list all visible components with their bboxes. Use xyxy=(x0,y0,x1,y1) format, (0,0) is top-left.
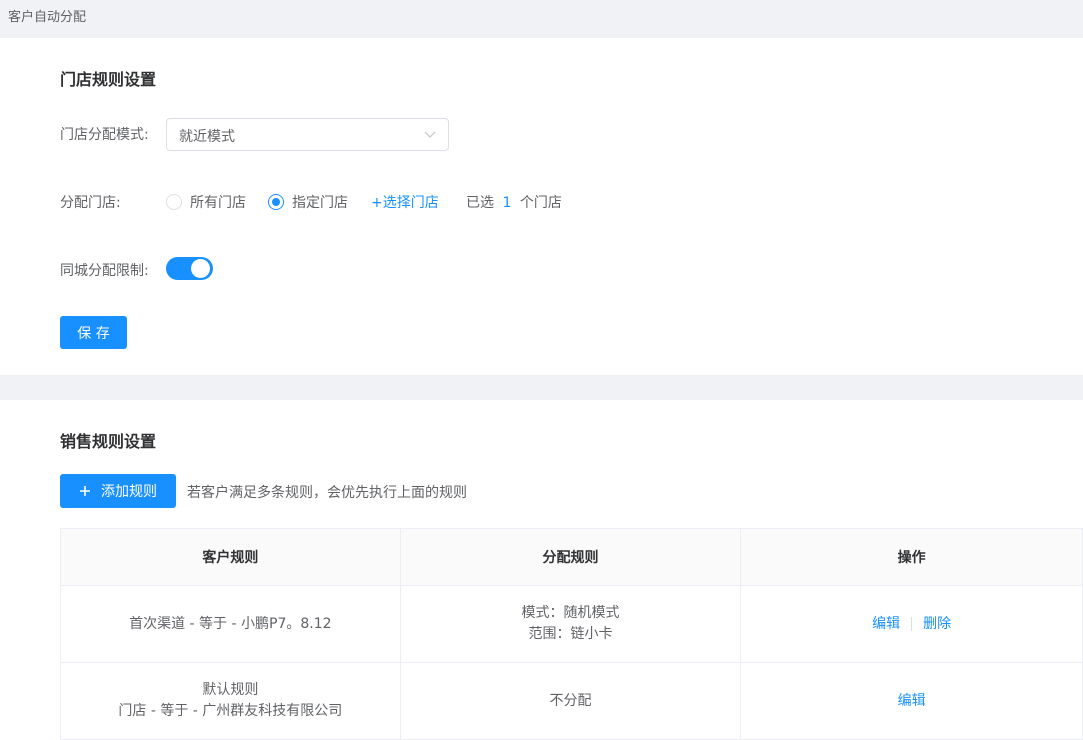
radio-circle xyxy=(166,194,182,210)
table-header-row: 客户规则 分配规则 操作 xyxy=(60,528,1083,586)
rule-line: 默认规则 xyxy=(202,682,259,698)
rule-line: 首次渠道 - 等于 - 小鹏P7。8.12 xyxy=(129,615,332,632)
select-stores-link[interactable]: +选择门店 xyxy=(371,192,439,212)
cell-customer-rule: 首次渠道 - 等于 - 小鹏P7。8.12 xyxy=(60,585,401,663)
table-row: 首次渠道 - 等于 - 小鹏P7。8.12 模式：随机模式 范围：链小卡 编辑 … xyxy=(60,585,1083,663)
mode-select-value: 就近模式 xyxy=(179,129,235,145)
delete-link[interactable]: 删除 xyxy=(923,614,951,635)
cell-actions: 编辑 xyxy=(740,662,1083,740)
selected-suffix: 个门店 xyxy=(519,195,562,211)
rule-line: 不分配 xyxy=(549,692,592,709)
radio-all-stores[interactable]: 所有门店 xyxy=(166,192,246,212)
add-rule-label: 添加规则 xyxy=(101,484,157,500)
city-limit-switch[interactable] xyxy=(166,257,213,280)
table-row: 默认规则 门店 - 等于 - 广州群友科技有限公司 不分配 编辑 xyxy=(60,662,1083,740)
sales-rules-title: 销售规则设置 xyxy=(60,432,157,451)
selected-count: 1 xyxy=(502,195,512,211)
save-button[interactable]: 保 存 xyxy=(60,316,127,349)
edit-link[interactable]: 编辑 xyxy=(872,614,900,635)
sales-rules-table: 客户规则 分配规则 操作 首次渠道 - 等于 - 小鹏P7。8.12 模式：随机… xyxy=(60,528,1083,740)
rule-priority-hint: 若客户满足多条规则，会优先执行上面的规则 xyxy=(187,485,467,501)
edit-link[interactable]: 编辑 xyxy=(898,693,926,709)
plus-icon xyxy=(80,486,90,496)
radio-circle-checked xyxy=(268,194,284,210)
col-customer-rule: 客户规则 xyxy=(60,528,401,586)
rule-line: 门店 - 等于 - 广州群友科技有限公司 xyxy=(118,703,343,719)
mode-label: 门店分配模式: xyxy=(60,127,149,143)
radio-specific-stores[interactable]: 指定门店 xyxy=(268,192,348,212)
cell-actions: 编辑 删除 xyxy=(740,585,1083,663)
assign-store-label: 分配门店: xyxy=(60,195,121,211)
city-limit-label: 同城分配限制: xyxy=(60,263,149,279)
add-rule-button[interactable]: 添加规则 xyxy=(60,474,176,508)
row-actions: 编辑 删除 xyxy=(872,614,951,635)
radio-specific-stores-label: 指定门店 xyxy=(292,195,348,211)
radio-all-stores-label: 所有门店 xyxy=(190,195,246,211)
selected-prefix: 已选 xyxy=(466,195,494,211)
cell-assign-rule: 模式：随机模式 范围：链小卡 xyxy=(399,585,742,663)
switch-knob xyxy=(191,259,210,278)
breadcrumb: 客户自动分配 xyxy=(8,10,87,25)
rule-line: 模式：随机模式 xyxy=(521,605,620,621)
store-rules-panel: 门店规则设置 门店分配模式: 就近模式 分配门店: 所有门店 指定门店 +选择门… xyxy=(0,38,1083,375)
action-divider xyxy=(911,617,913,631)
cell-assign-rule: 不分配 xyxy=(399,662,742,740)
sales-rules-panel: 销售规则设置 添加规则 若客户满足多条规则，会优先执行上面的规则 客户规则 分配… xyxy=(0,400,1083,740)
mode-select[interactable]: 就近模式 xyxy=(166,118,449,151)
col-assign-rule: 分配规则 xyxy=(399,528,742,586)
col-actions: 操作 xyxy=(740,528,1083,586)
rule-line: 范围：链小卡 xyxy=(528,626,613,642)
cell-customer-rule: 默认规则 门店 - 等于 - 广州群友科技有限公司 xyxy=(60,662,401,740)
chevron-down-icon xyxy=(424,131,436,138)
store-rules-title: 门店规则设置 xyxy=(60,70,157,89)
selected-stores-info: 已选 1 个门店 xyxy=(466,192,562,212)
